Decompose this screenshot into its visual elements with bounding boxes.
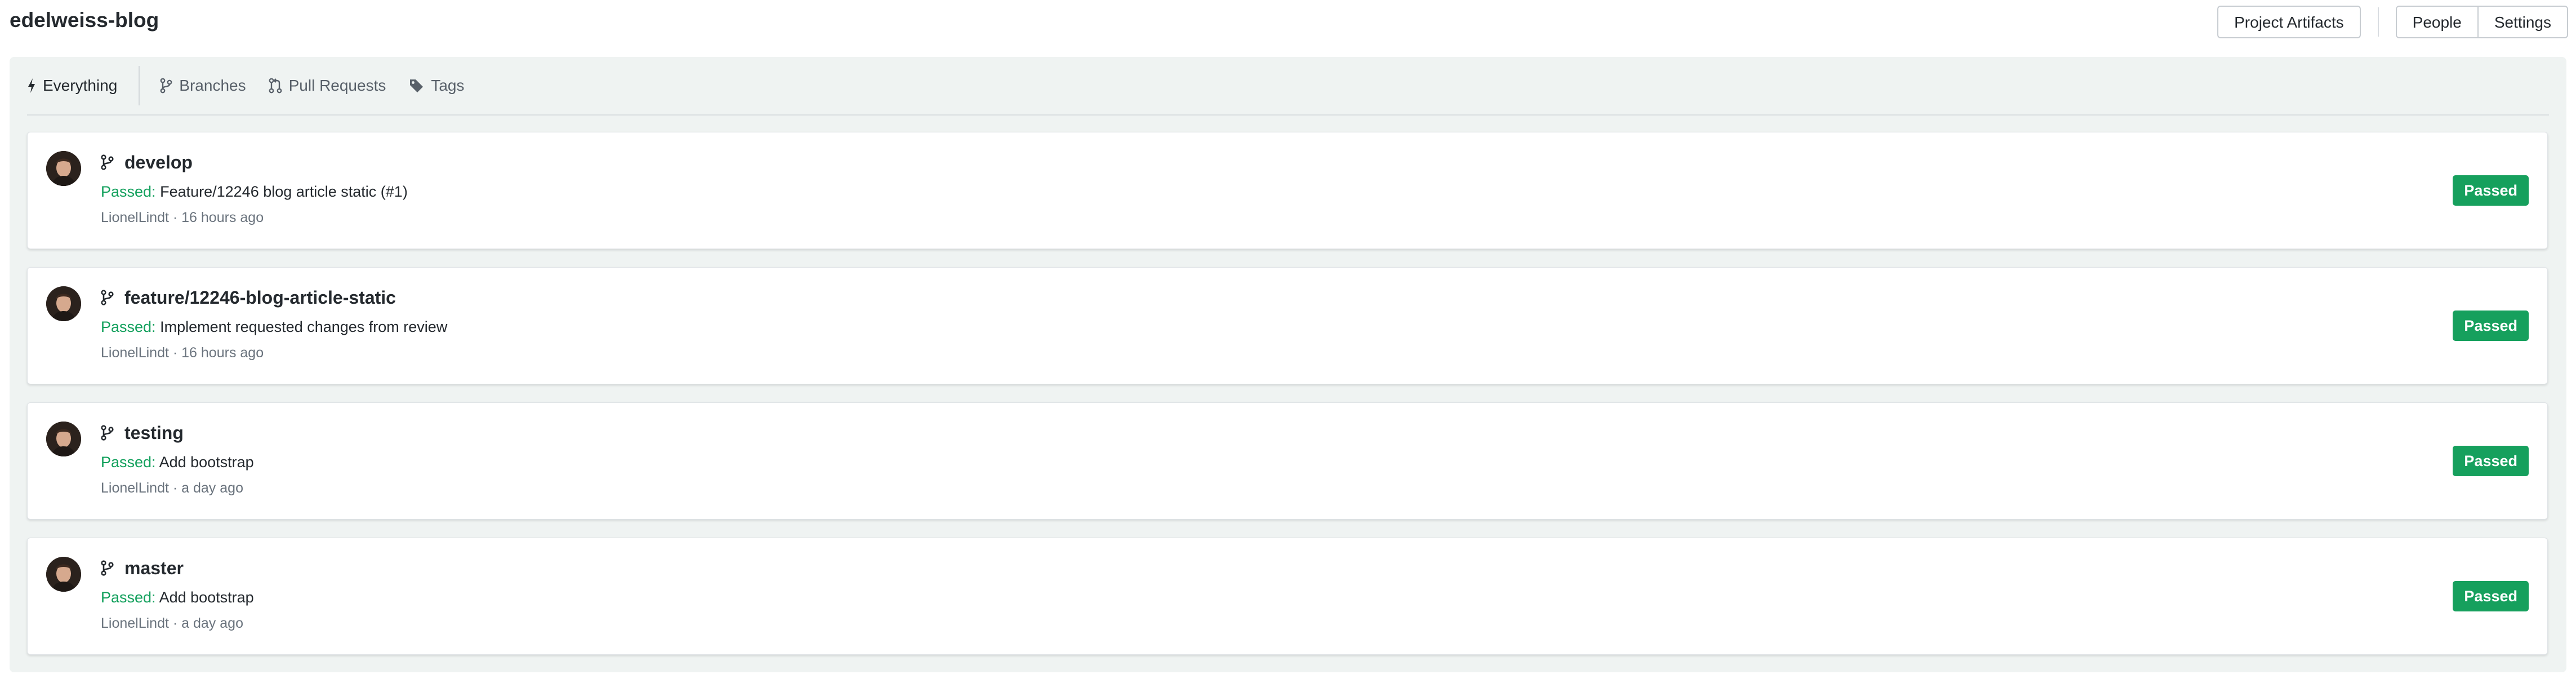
commit-message[interactable]: Add bootstrap xyxy=(159,589,254,606)
tag-icon xyxy=(410,79,424,92)
builds-panel: Everything Branches Pull Requests Tags d… xyxy=(10,57,2566,672)
build-status-text: Passed: xyxy=(101,318,156,335)
bolt-icon xyxy=(28,78,35,93)
tab-pull-requests-label: Pull Requests xyxy=(288,77,386,94)
branch-name[interactable]: testing xyxy=(124,423,184,443)
project-title: edelweiss-blog xyxy=(10,8,159,32)
build-card[interactable]: master Passed: Add bootstrap LionelLindt… xyxy=(27,538,2548,655)
pull-request-icon xyxy=(269,78,282,94)
commit-summary: Passed: Feature/12246 blog article stati… xyxy=(101,180,408,203)
project-nav-button-group: People Settings xyxy=(2395,6,2568,38)
build-status-text: Passed: xyxy=(101,589,156,606)
people-button[interactable]: People xyxy=(2395,6,2478,38)
branch-name[interactable]: feature/12246-blog-article-static xyxy=(124,287,396,308)
tab-tags-label: Tags xyxy=(431,77,465,94)
build-card[interactable]: develop Passed: Feature/12246 blog artic… xyxy=(27,132,2548,249)
build-status-text: Passed: xyxy=(101,183,156,200)
tab-branches-label: Branches xyxy=(179,77,246,94)
build-status-text: Passed: xyxy=(101,454,156,471)
build-card[interactable]: feature/12246-blog-article-static Passed… xyxy=(27,267,2548,384)
commit-summary: Passed: Add bootstrap xyxy=(101,586,254,609)
build-meta: LionelLindt · 16 hours ago xyxy=(101,210,264,225)
branch-icon xyxy=(101,425,114,441)
avatar xyxy=(46,286,81,321)
commit-summary: Passed: Implement requested changes from… xyxy=(101,316,447,338)
build-meta: LionelLindt · a day ago xyxy=(101,480,243,496)
branch-icon xyxy=(160,78,172,94)
commit-message[interactable]: Feature/12246 blog article static (#1) xyxy=(160,183,408,200)
avatar xyxy=(46,557,81,592)
commit-message[interactable]: Implement requested changes from review xyxy=(160,318,447,335)
branch-icon xyxy=(101,560,114,576)
status-badge[interactable]: Passed xyxy=(2453,581,2529,611)
build-card[interactable]: testing Passed: Add bootstrap LionelLind… xyxy=(27,402,2548,520)
status-badge[interactable]: Passed xyxy=(2453,175,2529,206)
branch-icon xyxy=(101,154,114,170)
status-badge[interactable]: Passed xyxy=(2453,311,2529,341)
filter-tabs: Everything Branches Pull Requests Tags xyxy=(27,57,2549,116)
avatar xyxy=(46,422,81,456)
build-meta: LionelLindt · a day ago xyxy=(101,615,243,631)
commit-message[interactable]: Add bootstrap xyxy=(159,454,254,471)
status-badge[interactable]: Passed xyxy=(2453,446,2529,476)
branch-name[interactable]: master xyxy=(124,558,184,579)
branch-icon xyxy=(101,290,114,305)
tab-everything-label: Everything xyxy=(43,77,118,94)
settings-button[interactable]: Settings xyxy=(2477,6,2568,38)
tab-divider xyxy=(139,66,140,105)
header-divider xyxy=(2377,7,2379,37)
tab-pull-requests[interactable]: Pull Requests xyxy=(269,66,386,105)
tab-branches[interactable]: Branches xyxy=(160,66,246,105)
commit-summary: Passed: Add bootstrap xyxy=(101,451,254,473)
tab-everything[interactable]: Everything xyxy=(27,66,117,105)
header-actions: Project Artifacts People Settings xyxy=(2217,6,2568,38)
project-artifacts-button[interactable]: Project Artifacts xyxy=(2217,6,2361,38)
avatar xyxy=(46,151,81,186)
tab-tags[interactable]: Tags xyxy=(408,66,465,105)
build-meta: LionelLindt · 16 hours ago xyxy=(101,345,264,361)
branch-name[interactable]: develop xyxy=(124,152,193,173)
